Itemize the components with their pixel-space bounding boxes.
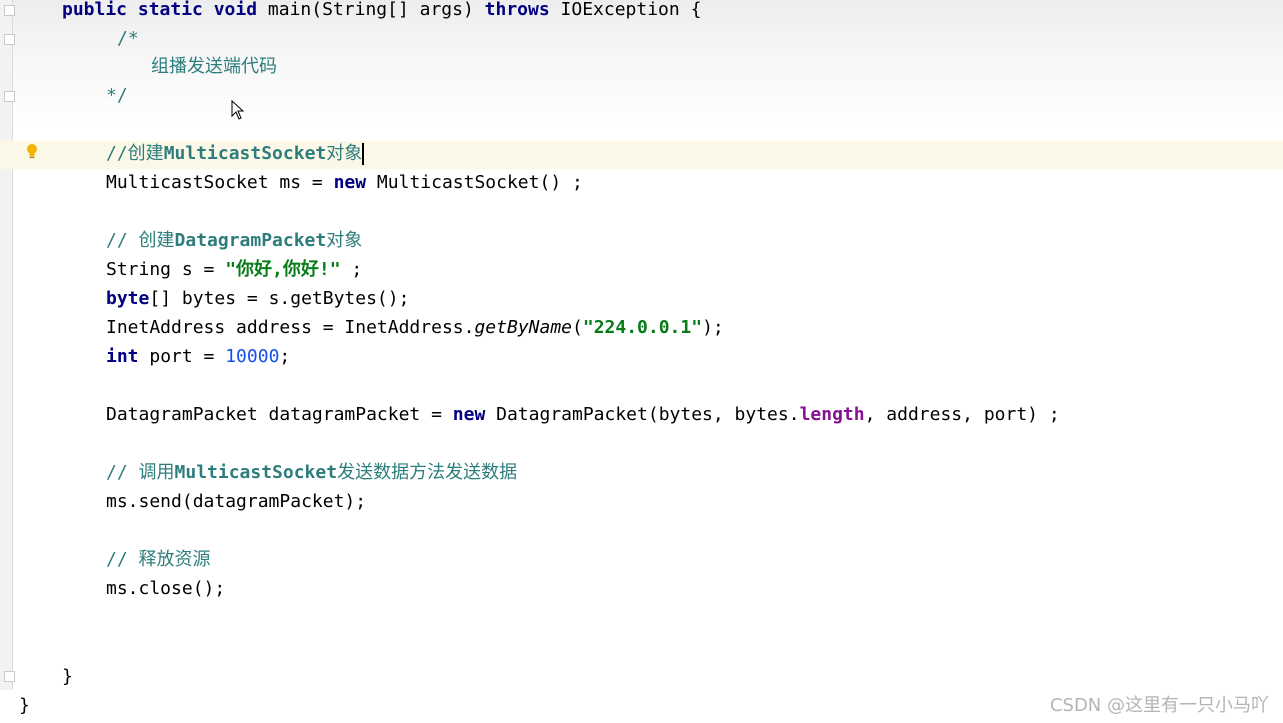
code-line-comment-create-socket[interactable]: //创建MulticastSocket对象 [106, 140, 365, 168]
code-text: DatagramPacket datagramPacket = [106, 404, 453, 425]
keyword: byte [106, 288, 150, 309]
comment: 发送数据方法发送数据 [337, 462, 518, 483]
code-text: ms.close(); [106, 578, 226, 599]
code-text: [] bytes = s.getBytes(); [149, 288, 410, 309]
code-line-string-decl[interactable]: String s = "你好,你好!" ; [106, 256, 362, 284]
fold-marker-icon[interactable] [4, 34, 15, 45]
editor-gutter [0, 0, 13, 690]
comment: DatagramPacket [174, 230, 327, 251]
number-literal: 10000 [225, 346, 280, 367]
code-line-close-call[interactable]: ms.close(); [106, 575, 225, 603]
code-line-address-decl[interactable]: InetAddress address = InetAddress.getByN… [106, 314, 724, 342]
comment: 对象 [326, 143, 363, 164]
code-text: , address, port) ; [864, 404, 1060, 425]
code-line-packet-decl[interactable]: DatagramPacket datagramPacket = new Data… [106, 401, 1060, 429]
fold-marker-icon[interactable] [4, 671, 15, 682]
keyword: new [452, 404, 486, 425]
comment: // 创建 [106, 230, 175, 251]
comment: MulticastSocket [174, 462, 338, 483]
code-line-comment-send[interactable]: // 调用MulticastSocket发送数据方法发送数据 [106, 459, 517, 487]
code-line-port-decl[interactable]: int port = 10000; [106, 343, 290, 371]
lightbulb-icon[interactable] [25, 143, 39, 161]
method-call: getByName [474, 317, 573, 338]
watermark: CSDN @这里有一只小马吖 [1049, 695, 1269, 716]
code-text: MulticastSocket ms = [106, 172, 334, 193]
mouse-cursor-icon [231, 100, 245, 120]
comment: /* [117, 28, 139, 49]
code-line-class-close-brace[interactable]: } [19, 692, 30, 720]
code-text: } [62, 666, 73, 687]
code-line-comment-release[interactable]: // 释放资源 [106, 546, 211, 574]
keyword: new [333, 172, 367, 193]
comment: // 调用 [106, 462, 175, 483]
code-line-comment-create-packet[interactable]: // 创建DatagramPacket对象 [106, 227, 362, 255]
field-reference: length [799, 404, 865, 425]
code-line-comment-body[interactable]: 组播发送端代码 [151, 53, 277, 81]
code-line-method-signature[interactable]: public static void main(String[] args) t… [62, 0, 701, 24]
code-line-method-close-brace[interactable]: } [62, 663, 73, 691]
code-line-comment-close[interactable]: */ [106, 82, 128, 110]
code-text: ); [702, 317, 724, 338]
code-editor[interactable]: public static void main(String[] args) t… [0, 0, 1283, 723]
code-line-bytes-decl[interactable]: byte[] bytes = s.getBytes(); [106, 285, 409, 313]
code-line-send-call[interactable]: ms.send(datagramPacket); [106, 488, 366, 516]
code-text: } [19, 695, 30, 716]
fold-marker-icon[interactable] [4, 91, 15, 102]
string-literal: "224.0.0.1" [582, 317, 703, 338]
fold-marker-icon[interactable] [4, 5, 15, 16]
comment: 对象 [326, 230, 363, 251]
code-text: DatagramPacket(bytes, bytes. [485, 404, 800, 425]
keyword: int [106, 346, 139, 367]
string-literal: "你好,你好!" [225, 259, 341, 280]
code-text: ms.send(datagramPacket); [106, 491, 367, 512]
keyword: throws [484, 0, 550, 20]
code-text: InetAddress address = InetAddress. [106, 317, 475, 338]
code-text: port = [138, 346, 226, 367]
text-caret [362, 143, 365, 165]
comment: */ [106, 85, 128, 106]
code-text: ( [572, 317, 583, 338]
code-text: String s = [106, 259, 226, 280]
code-text: main(String[] args) [257, 0, 485, 20]
code-text: IOException { [549, 0, 702, 20]
code-text: ; [340, 259, 363, 280]
comment: MulticastSocket [163, 143, 327, 164]
comment: // 释放资源 [106, 549, 211, 570]
code-line-socket-decl[interactable]: MulticastSocket ms = new MulticastSocket… [106, 169, 583, 197]
code-line-comment-open[interactable]: /* [117, 25, 139, 53]
code-text: ; [279, 346, 291, 367]
code-text: MulticastSocket() ; [366, 172, 583, 193]
comment: //创建 [106, 143, 164, 164]
keyword: public static void [62, 0, 258, 20]
comment: 组播发送端代码 [151, 56, 277, 77]
